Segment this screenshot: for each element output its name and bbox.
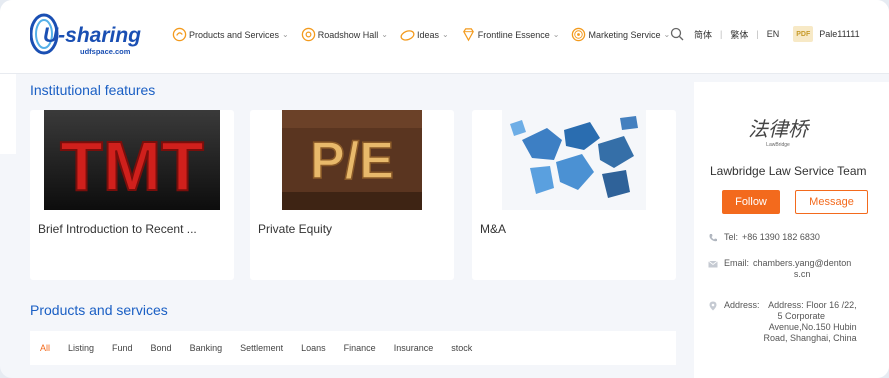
nav-roadshow-hall[interactable]: Roadshow Hall ⌄	[301, 27, 388, 42]
email-row: Email: chambers.yang@denton s.cn	[708, 258, 851, 280]
tab-banking[interactable]: Banking	[190, 343, 223, 353]
tel-label: Tel:	[724, 232, 739, 242]
nav-label: Marketing Service	[588, 29, 661, 40]
follow-button[interactable]: Follow	[722, 190, 780, 214]
main-content: Institutional features TMT Brief Introdu…	[16, 74, 692, 378]
lawbridge-logo-subtext: LawBridge	[766, 142, 790, 148]
logo-subtext: udfspace.com	[80, 47, 131, 56]
ideas-icon	[400, 30, 415, 41]
email-value-line: chambers.yang@denton	[753, 258, 852, 268]
pe-thumb-text: P/E	[310, 132, 394, 190]
roadshow-icon	[301, 27, 315, 42]
feature-card[interactable]: M&A	[472, 110, 676, 280]
tab-stock[interactable]: stock	[451, 343, 472, 353]
tab-bond[interactable]: Bond	[151, 343, 172, 353]
ma-thumbnail	[502, 110, 646, 210]
card-caption: Brief Introduction to Recent ...	[38, 222, 197, 236]
tel-row: Tel: +86 1390 182 6830	[708, 232, 820, 243]
nav-label: Products and Services	[189, 29, 280, 40]
institutional-features-title: Institutional features	[30, 82, 156, 98]
nav-products-and-services[interactable]: Products and Services ⌄	[172, 27, 289, 42]
tab-loans[interactable]: Loans	[301, 343, 326, 353]
frontline-icon	[462, 28, 474, 42]
pe-thumbnail: P/E	[282, 110, 422, 210]
email-value-line: s.cn	[793, 269, 811, 279]
email-value[interactable]: chambers.yang@denton s.cn	[753, 258, 851, 280]
tmt-thumbnail: TMT	[44, 110, 220, 210]
products-icon	[172, 27, 187, 42]
tmt-thumb-text: TMT	[60, 127, 204, 205]
lang-traditional[interactable]: 繁体	[730, 28, 748, 41]
tab-settlement[interactable]: Settlement	[240, 343, 283, 353]
username[interactable]: Pale11111	[819, 29, 859, 39]
product-tabs: All Listing Fund Bond Banking Settlement…	[30, 331, 676, 365]
tab-finance[interactable]: Finance	[344, 343, 376, 353]
lang-english[interactable]: EN	[767, 29, 780, 39]
location-icon	[709, 301, 717, 311]
nav-ideas[interactable]: Ideas ⌄	[400, 27, 449, 42]
tab-listing[interactable]: Listing	[68, 343, 94, 353]
tel-value[interactable]: +86 1390 182 6830	[742, 232, 820, 243]
feature-card[interactable]: TMT Brief Introduction to Recent ...	[30, 110, 234, 280]
feature-card[interactable]: P/E Private Equity	[250, 110, 454, 280]
marketing-icon	[572, 27, 586, 42]
nav-label: Frontline Essence	[477, 29, 550, 40]
app-window: U-sharing udfspace.com Products and Serv…	[0, 0, 889, 378]
email-label: Email:	[724, 258, 750, 268]
address-line: Address: Floor 16 /22,	[768, 300, 857, 310]
nav-label: Roadshow Hall	[317, 29, 379, 40]
left-edge-panel	[0, 74, 16, 154]
lawbridge-logo: 法律桥 LawBridge	[748, 117, 811, 148]
address-line: 5 Corporate	[777, 311, 826, 321]
search-icon[interactable]	[670, 27, 684, 41]
tab-fund[interactable]: Fund	[112, 343, 133, 353]
message-button[interactable]: Message	[795, 190, 868, 214]
card-caption: M&A	[480, 222, 507, 236]
chevron-down-icon: ⌄	[282, 30, 289, 39]
divider: |	[720, 29, 723, 39]
nav-frontline-essence[interactable]: Frontline Essence ⌄	[461, 27, 560, 42]
top-header: U-sharing udfspace.com Products and Serv…	[0, 0, 889, 74]
address-line: Avenue,No.150 Hubin	[768, 322, 857, 332]
organization-panel: 法律桥 LawBridge Lawbridge Law Service Team…	[694, 82, 889, 378]
lang-simplified[interactable]: 简体	[694, 28, 712, 41]
tab-insurance[interactable]: Insurance	[394, 343, 434, 353]
divider: |	[756, 29, 759, 39]
address-line: Road, Shanghai, China	[763, 333, 857, 343]
mail-icon	[708, 260, 718, 268]
address-value: Address: Floor 16 /22, 5 Corporate Avenu…	[764, 300, 857, 344]
header-right: 简体 | 繁体 | EN PDF Pale11111	[670, 26, 860, 42]
card-caption: Private Equity	[258, 222, 333, 236]
tab-all[interactable]: All	[40, 343, 50, 353]
u-sharing-logo[interactable]: U-sharing udfspace.com	[30, 12, 162, 58]
phone-icon	[709, 234, 717, 242]
chevron-down-icon: ⌄	[552, 30, 560, 39]
nav-marketing-service[interactable]: Marketing Service ⌄	[571, 27, 670, 42]
organization-name: Lawbridge Law Service Team	[710, 164, 867, 178]
chevron-down-icon: ⌄	[442, 30, 449, 39]
nav-label: Ideas	[416, 29, 440, 40]
address-row: Address: Address: Floor 16 /22, 5 Corpor…	[708, 300, 857, 344]
chevron-down-icon: ⌄	[381, 30, 388, 39]
lawbridge-logo-text: 法律桥	[748, 117, 811, 141]
user-badge-icon: PDF	[793, 26, 814, 42]
logo-text: U-sharing	[43, 24, 141, 47]
products-and-services-title: Products and services	[30, 302, 168, 318]
address-label: Address:	[724, 300, 760, 310]
main-nav: Products and Services ⌄ Roadshow Hall ⌄ …	[172, 27, 682, 42]
